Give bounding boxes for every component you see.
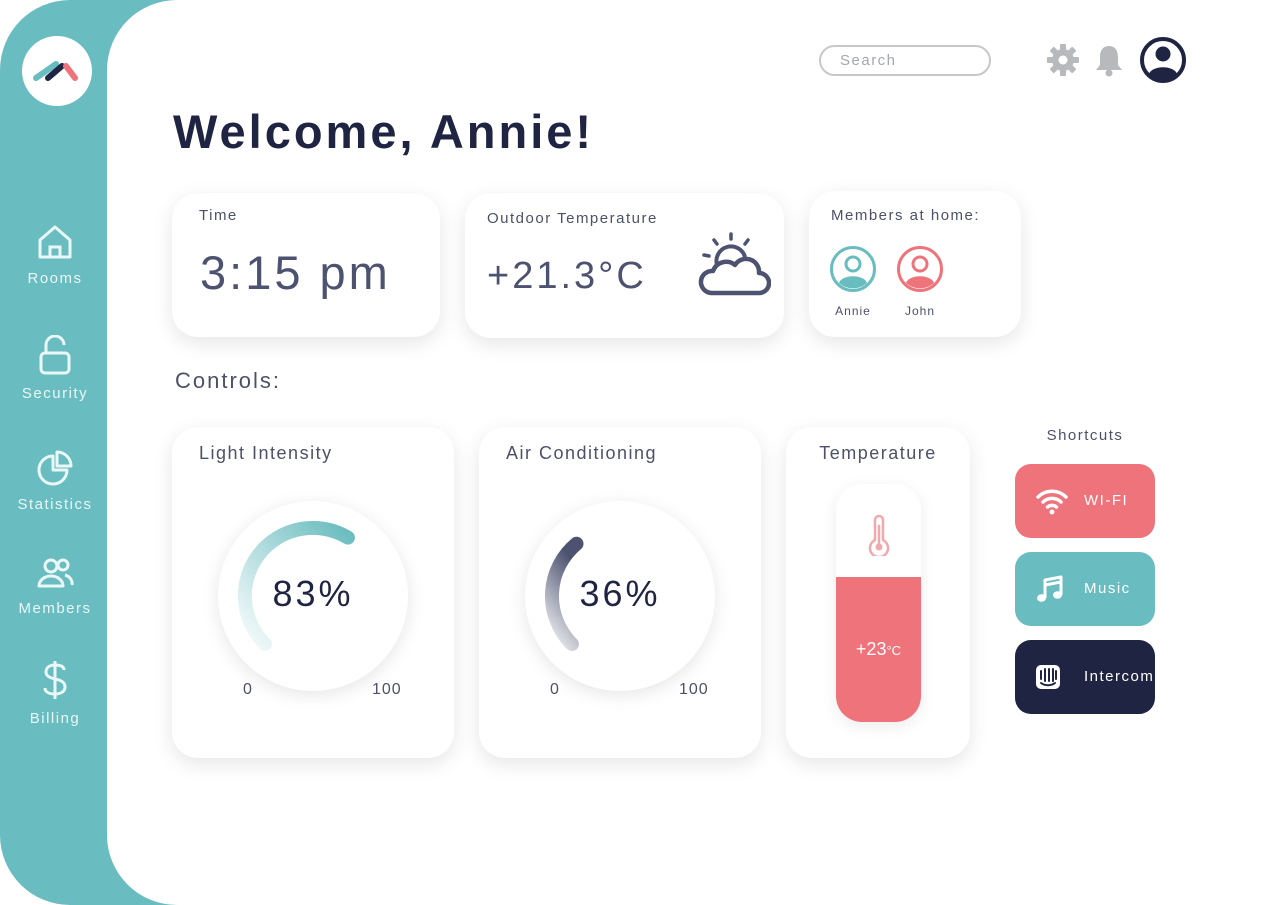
member-name: Annie (835, 304, 871, 318)
temperature-slider[interactable]: +23°C (836, 484, 921, 722)
light-min-label: 0 (243, 681, 253, 698)
unlock-icon (39, 335, 71, 375)
shortcuts-heading: Shortcuts (1046, 427, 1124, 444)
light-intensity-dial[interactable]: 83% (218, 501, 408, 691)
settings-button[interactable] (1046, 43, 1080, 82)
light-intensity-value: 83% (272, 573, 354, 614)
dollar-icon (43, 661, 67, 699)
outdoor-temperature-value: +21.3°C (487, 255, 647, 297)
temperature-unit: °C (886, 643, 902, 658)
sidebar-item-label: Rooms (27, 270, 83, 287)
air-conditioning-dial[interactable]: 36% (525, 501, 715, 691)
sidebar-item-members[interactable]: Members (0, 556, 110, 617)
home-icon (38, 225, 72, 259)
users-icon (37, 558, 74, 588)
light-max-label: 100 (372, 681, 402, 698)
light-intensity-label: Light Intensity (199, 443, 333, 463)
wifi-shortcut-button[interactable]: WI-FI (1015, 464, 1155, 538)
air-conditioning-card: Air Conditioning 36% 0 100 (479, 427, 761, 758)
ac-max-label: 100 (679, 681, 709, 698)
shortcut-label: Intercom (1084, 668, 1155, 685)
temperature-number: +23 (855, 639, 887, 659)
music-shortcut-button[interactable]: Music (1015, 552, 1155, 626)
profile-button[interactable] (1139, 36, 1187, 89)
shortcut-label: Music (1084, 580, 1131, 597)
member-name: John (904, 304, 936, 318)
music-note-icon (1037, 575, 1063, 602)
sidebar-item-security[interactable]: Security (0, 335, 110, 402)
light-intensity-card: Light Intensity 83% 0 100 (172, 427, 454, 758)
avatar-icon (897, 246, 943, 292)
time-card: Time 3:15 pm (172, 193, 440, 337)
app-logo[interactable] (22, 36, 92, 106)
sidebar-item-rooms[interactable]: Rooms (0, 222, 110, 287)
air-conditioning-value: 36% (579, 573, 661, 614)
sidebar-item-statistics[interactable]: Statistics (0, 448, 110, 513)
sidebar-item-billing[interactable]: Billing (0, 658, 110, 727)
temperature-label: Temperature (819, 443, 937, 463)
air-conditioning-label: Air Conditioning (506, 443, 658, 463)
members-at-home-card: Members at home: Annie John (809, 191, 1021, 337)
member-john[interactable]: John (890, 245, 950, 318)
partly-cloudy-icon (698, 232, 771, 296)
intercom-shortcut-button[interactable]: Intercom (1015, 640, 1155, 714)
ac-min-label: 0 (550, 681, 560, 698)
temperature-value: +23°C (836, 639, 921, 660)
user-avatar-icon (1140, 37, 1186, 83)
gear-icon (1047, 44, 1079, 76)
controls-heading: Controls: (175, 368, 282, 393)
bell-icon (1096, 46, 1122, 77)
time-label: Time (199, 207, 238, 224)
sidebar-item-label: Members (18, 600, 92, 617)
outdoor-temperature-label: Outdoor Temperature (487, 210, 658, 227)
wifi-icon (1036, 489, 1068, 515)
sidebar-item-label: Billing (29, 710, 81, 727)
time-value: 3:15 pm (200, 246, 391, 299)
logo-icon (33, 61, 78, 81)
thermometer-icon (868, 514, 890, 556)
shortcut-label: WI-FI (1084, 492, 1129, 509)
sidebar-item-label: Security (21, 385, 89, 402)
pie-chart-icon (37, 450, 73, 486)
search-input[interactable] (819, 45, 991, 76)
members-at-home-label: Members at home: (831, 207, 981, 224)
member-annie[interactable]: Annie (823, 245, 883, 318)
sidebar-item-label: Statistics (17, 496, 93, 513)
avatar-icon (830, 246, 876, 292)
outdoor-temperature-card: Outdoor Temperature +21.3°C (465, 193, 784, 338)
temperature-card: Temperature +23°C (786, 427, 970, 758)
page-title: Welcome, Annie! (173, 105, 595, 158)
notifications-button[interactable] (1093, 43, 1125, 82)
intercom-icon (1036, 665, 1060, 689)
